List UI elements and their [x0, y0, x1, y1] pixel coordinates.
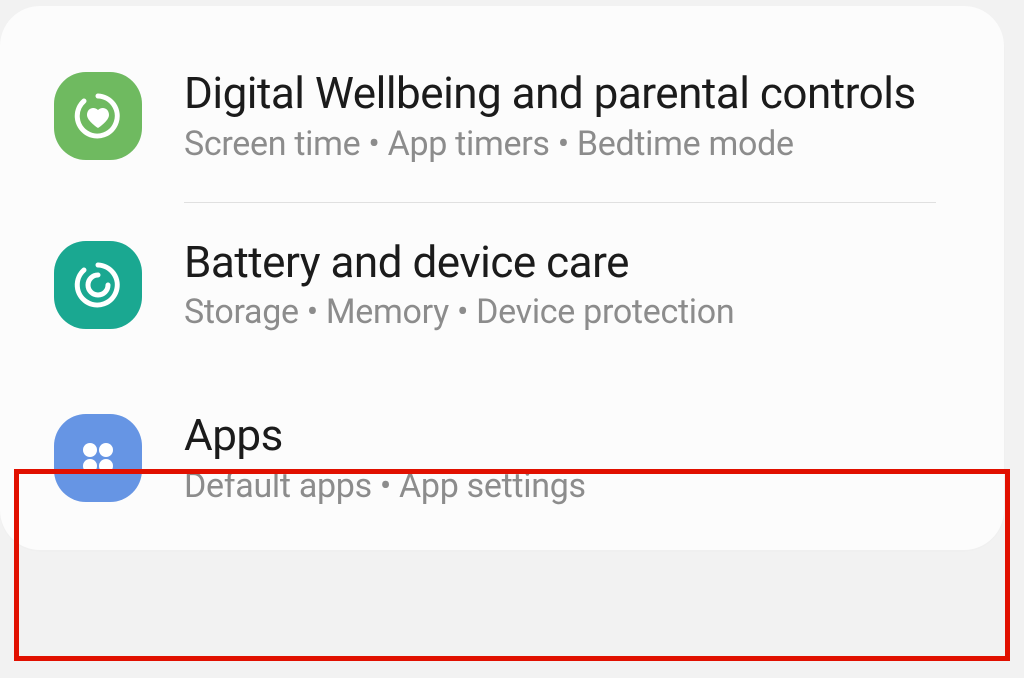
settings-item-subtitle: Default apps•App settings — [184, 467, 586, 506]
settings-item-text: Battery and device care Storage•Memory•D… — [184, 237, 734, 333]
settings-item-subtitle: Screen time•App timers•Bedtime mode — [184, 125, 916, 164]
settings-item-title: Battery and device care — [184, 237, 734, 288]
settings-item-subtitle: Storage•Memory•Device protection — [184, 293, 734, 332]
wellbeing-icon — [54, 72, 142, 160]
settings-item-title: Digital Wellbeing and parental controls — [184, 68, 916, 119]
settings-item-device-care[interactable]: Battery and device care Storage•Memory•D… — [0, 203, 1004, 367]
settings-item-text: Digital Wellbeing and parental controls … — [184, 68, 916, 164]
device-care-icon — [54, 241, 142, 329]
settings-card: Digital Wellbeing and parental controls … — [0, 6, 1004, 550]
settings-item-text: Apps Default apps•App settings — [184, 410, 586, 506]
apps-icon — [54, 414, 142, 502]
settings-item-title: Apps — [184, 410, 586, 461]
settings-item-apps[interactable]: Apps Default apps•App settings — [0, 366, 1004, 550]
settings-item-digital-wellbeing[interactable]: Digital Wellbeing and parental controls … — [0, 6, 1004, 202]
